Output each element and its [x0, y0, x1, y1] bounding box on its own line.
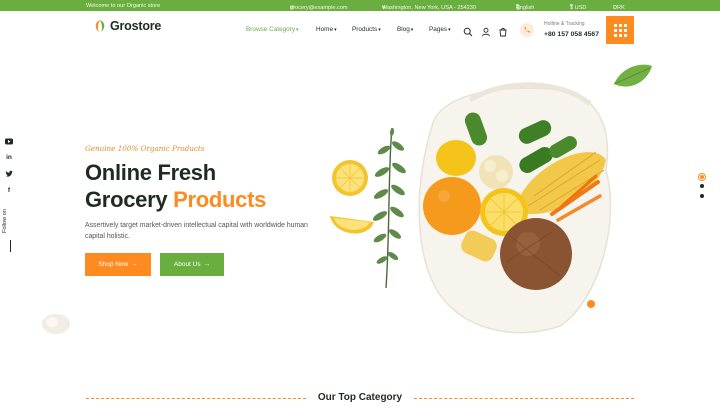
category-section-title: Our Top Category — [317, 392, 403, 403]
slider-dot[interactable] — [700, 194, 704, 198]
slider-dot[interactable] — [700, 184, 704, 188]
slider-dot-active[interactable] — [699, 174, 705, 180]
hero-grocery-illustration — [42, 64, 652, 334]
